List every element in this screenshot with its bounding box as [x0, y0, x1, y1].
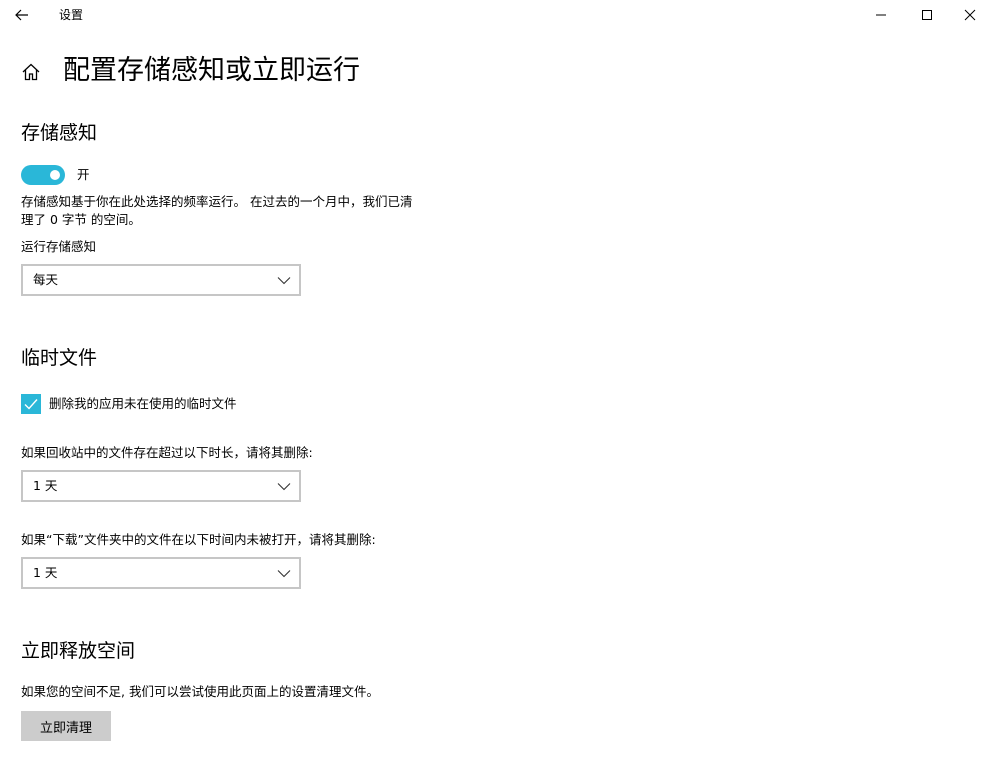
- temp-files-heading: 临时文件: [21, 347, 98, 369]
- downloads-duration-select[interactable]: 1 天: [21, 557, 301, 589]
- minimize-button[interactable]: [858, 0, 904, 30]
- clean-now-button[interactable]: 立即清理: [21, 711, 111, 741]
- recycle-bin-label: 如果回收站中的文件存在超过以下时长，请将其删除:: [21, 445, 313, 460]
- downloads-label: 如果“下载”文件夹中的文件在以下时间内未被打开，请将其删除:: [21, 532, 376, 547]
- home-icon: [22, 63, 40, 81]
- checkmark-icon: [24, 399, 38, 410]
- chevron-down-icon: [277, 483, 291, 491]
- storage-sense-description-line2: 理了 0 字节 的空间。: [21, 212, 141, 227]
- toggle-knob: [50, 170, 60, 180]
- storage-sense-heading: 存储感知: [21, 122, 98, 144]
- storage-sense-description-line1: 存储感知基于你在此处选择的频率运行。 在过去的一个月中，我们已清: [21, 194, 413, 209]
- maximize-button[interactable]: [904, 0, 950, 30]
- home-button[interactable]: [19, 60, 43, 84]
- close-button[interactable]: [950, 0, 989, 30]
- run-frequency-value: 每天: [33, 272, 59, 287]
- storage-sense-toggle[interactable]: [21, 165, 65, 185]
- back-arrow-icon: [15, 9, 28, 21]
- run-storage-sense-label: 运行存储感知: [21, 239, 97, 254]
- delete-temp-files-checkbox[interactable]: [21, 394, 41, 414]
- free-space-heading: 立即释放空间: [21, 640, 136, 662]
- recycle-bin-duration-value: 1 天: [33, 478, 58, 493]
- minimize-icon: [876, 14, 886, 16]
- maximize-icon: [922, 10, 932, 20]
- run-frequency-select[interactable]: 每天: [21, 264, 301, 296]
- close-icon: [964, 9, 975, 21]
- page-title: 配置存储感知或立即运行: [63, 55, 360, 86]
- delete-temp-files-label: 删除我的应用未在使用的临时文件: [49, 396, 237, 411]
- toggle-state-label: 开: [77, 167, 90, 182]
- chevron-down-icon: [277, 277, 291, 285]
- back-button[interactable]: [0, 0, 44, 30]
- free-space-description: 如果您的空间不足, 我们可以尝试使用此页面上的设置清理文件。: [21, 684, 379, 699]
- app-title: 设置: [59, 8, 84, 22]
- chevron-down-icon: [277, 570, 291, 578]
- downloads-duration-value: 1 天: [33, 565, 58, 580]
- recycle-bin-duration-select[interactable]: 1 天: [21, 470, 301, 502]
